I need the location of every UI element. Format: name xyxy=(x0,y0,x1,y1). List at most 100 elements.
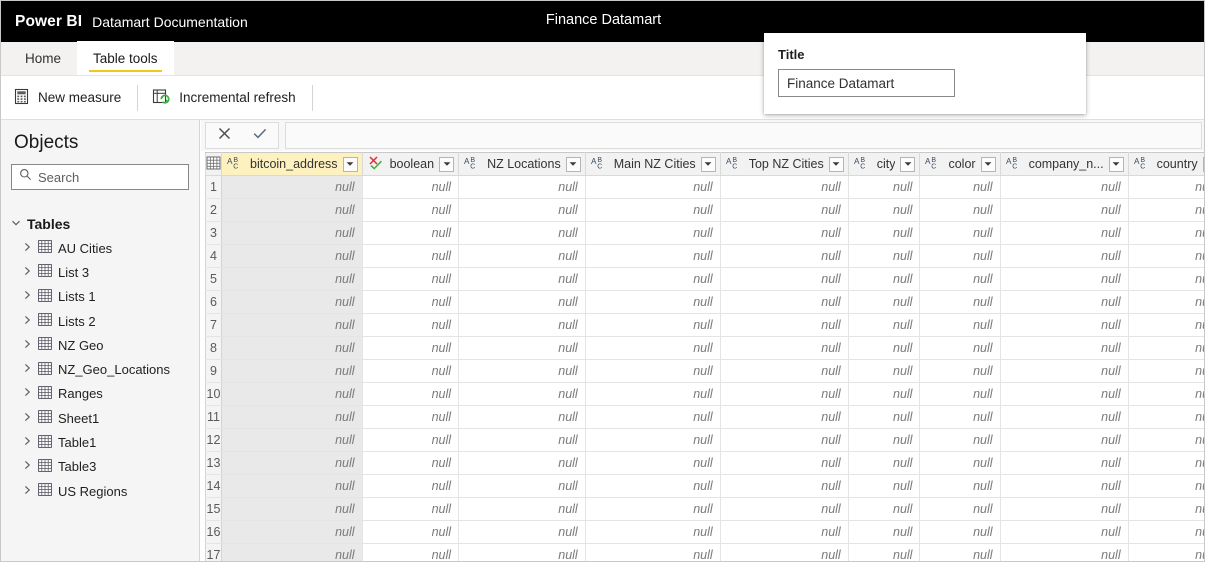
grid-cell[interactable]: null xyxy=(1000,314,1128,337)
table-row[interactable]: 4nullnullnullnullnullnullnullnullnull xyxy=(206,245,1205,268)
tree-item-table[interactable]: Ranges xyxy=(1,382,199,406)
grid-cell[interactable]: null xyxy=(459,406,586,429)
grid-column-header[interactable]: ABCcolor xyxy=(920,153,1000,176)
grid-cell[interactable]: null xyxy=(720,291,848,314)
grid-cell[interactable]: null xyxy=(848,199,920,222)
grid-cell[interactable]: null xyxy=(585,498,720,521)
grid-cell[interactable]: null xyxy=(459,383,586,406)
table-row[interactable]: 9nullnullnullnullnullnullnullnullnull xyxy=(206,360,1205,383)
grid-cell[interactable]: null xyxy=(1128,498,1205,521)
grid-column-header[interactable]: ABCcompany_n... xyxy=(1000,153,1128,176)
row-number-cell[interactable]: 7 xyxy=(206,314,222,337)
workspace-name[interactable]: Datamart Documentation xyxy=(92,14,248,30)
grid-cell[interactable]: null xyxy=(848,268,920,291)
grid-column-header[interactable]: ABCbitcoin_address xyxy=(222,153,363,176)
grid-cell[interactable]: null xyxy=(920,245,1000,268)
grid-cell[interactable]: null xyxy=(1000,452,1128,475)
grid-cell[interactable]: null xyxy=(848,498,920,521)
grid-cell[interactable]: null xyxy=(1000,176,1128,199)
chevron-right-icon[interactable] xyxy=(23,315,32,328)
grid-cell[interactable]: null xyxy=(362,544,459,562)
grid-cell[interactable]: null xyxy=(585,291,720,314)
row-number-cell[interactable]: 10 xyxy=(206,383,222,406)
grid-cell[interactable]: null xyxy=(1128,406,1205,429)
grid-cell[interactable]: null xyxy=(362,291,459,314)
grid-cell[interactable]: null xyxy=(1000,337,1128,360)
table-row[interactable]: 16nullnullnullnullnullnullnullnullnull xyxy=(206,521,1205,544)
grid-cell[interactable]: null xyxy=(920,291,1000,314)
grid-cell[interactable]: null xyxy=(459,360,586,383)
grid-cell[interactable]: null xyxy=(920,521,1000,544)
search-input[interactable]: Search xyxy=(11,164,189,190)
tree-item-table[interactable]: NZ Geo xyxy=(1,333,199,357)
row-number-cell[interactable]: 9 xyxy=(206,360,222,383)
grid-cell[interactable]: null xyxy=(1000,245,1128,268)
grid-cell[interactable]: null xyxy=(920,268,1000,291)
grid-cell[interactable]: null xyxy=(222,222,363,245)
grid-cell[interactable]: null xyxy=(362,498,459,521)
column-filter-dropdown[interactable] xyxy=(900,157,915,172)
grid-cell[interactable]: null xyxy=(459,544,586,562)
grid-cell[interactable]: null xyxy=(720,245,848,268)
grid-cell[interactable]: null xyxy=(1128,222,1205,245)
grid-cell[interactable]: null xyxy=(920,544,1000,562)
grid-cell[interactable]: null xyxy=(848,291,920,314)
column-filter-dropdown[interactable] xyxy=(1109,157,1124,172)
grid-cell[interactable]: null xyxy=(585,521,720,544)
select-all-grid-icon[interactable] xyxy=(206,153,222,176)
grid-cell[interactable]: null xyxy=(1000,360,1128,383)
tree-item-table[interactable]: Table3 xyxy=(1,455,199,479)
grid-cell[interactable]: null xyxy=(362,521,459,544)
grid-cell[interactable]: null xyxy=(920,475,1000,498)
grid-cell[interactable]: null xyxy=(1128,475,1205,498)
chevron-right-icon[interactable] xyxy=(23,387,32,400)
grid-cell[interactable]: null xyxy=(459,314,586,337)
chevron-right-icon[interactable] xyxy=(23,242,32,255)
grid-cell[interactable]: null xyxy=(585,360,720,383)
grid-cell[interactable]: null xyxy=(1000,268,1128,291)
grid-cell[interactable]: null xyxy=(848,521,920,544)
grid-cell[interactable]: null xyxy=(720,498,848,521)
grid-cell[interactable]: null xyxy=(920,222,1000,245)
grid-cell[interactable]: null xyxy=(1000,199,1128,222)
confirm-edit-button[interactable] xyxy=(242,123,278,148)
grid-cell[interactable]: null xyxy=(848,383,920,406)
grid-cell[interactable]: null xyxy=(720,176,848,199)
table-row[interactable]: 5nullnullnullnullnullnullnullnullnull xyxy=(206,268,1205,291)
grid-cell[interactable]: null xyxy=(459,452,586,475)
row-number-cell[interactable]: 6 xyxy=(206,291,222,314)
grid-cell[interactable]: null xyxy=(222,383,363,406)
table-row[interactable]: 7nullnullnullnullnullnullnullnullnull xyxy=(206,314,1205,337)
grid-cell[interactable]: null xyxy=(848,544,920,562)
grid-cell[interactable]: null xyxy=(222,475,363,498)
grid-cell[interactable]: null xyxy=(720,383,848,406)
grid-cell[interactable]: null xyxy=(848,337,920,360)
grid-cell[interactable]: null xyxy=(585,222,720,245)
table-row[interactable]: 17nullnullnullnullnullnullnullnullnull xyxy=(206,544,1205,562)
row-number-cell[interactable]: 3 xyxy=(206,222,222,245)
column-filter-dropdown[interactable] xyxy=(439,157,454,172)
grid-cell[interactable]: null xyxy=(1128,521,1205,544)
grid-cell[interactable]: null xyxy=(1128,383,1205,406)
grid-cell[interactable]: null xyxy=(848,360,920,383)
chevron-right-icon[interactable] xyxy=(23,339,32,352)
grid-cell[interactable]: null xyxy=(720,544,848,562)
grid-cell[interactable]: null xyxy=(920,498,1000,521)
grid-cell[interactable]: null xyxy=(362,475,459,498)
table-row[interactable]: 8nullnullnullnullnullnullnullnullnull xyxy=(206,337,1205,360)
grid-cell[interactable]: null xyxy=(362,337,459,360)
grid-cell[interactable]: null xyxy=(585,544,720,562)
tree-item-table[interactable]: NZ_Geo_Locations xyxy=(1,357,199,381)
grid-cell[interactable]: null xyxy=(459,291,586,314)
table-row[interactable]: 10nullnullnullnullnullnullnullnullnull xyxy=(206,383,1205,406)
grid-cell[interactable]: null xyxy=(585,199,720,222)
chevron-right-icon[interactable] xyxy=(23,290,32,303)
table-row[interactable]: 2nullnullnullnullnullnullnullnullnull xyxy=(206,199,1205,222)
grid-cell[interactable]: null xyxy=(720,268,848,291)
grid-cell[interactable]: null xyxy=(1000,291,1128,314)
grid-cell[interactable]: null xyxy=(362,452,459,475)
row-number-cell[interactable]: 17 xyxy=(206,544,222,562)
grid-cell[interactable]: null xyxy=(362,429,459,452)
grid-cell[interactable]: null xyxy=(1128,268,1205,291)
grid-cell[interactable]: null xyxy=(1128,314,1205,337)
